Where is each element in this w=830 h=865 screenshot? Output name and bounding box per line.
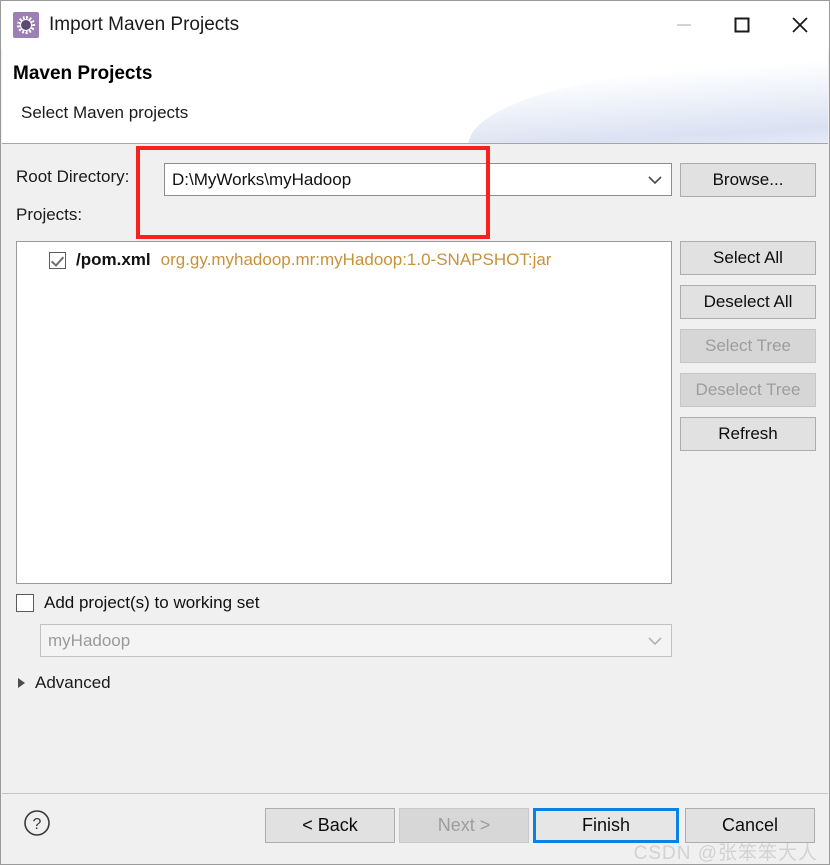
- add-to-working-set-label: Add project(s) to working set: [44, 593, 260, 612]
- working-set-combo: myHadoop: [40, 624, 672, 657]
- working-set-value: myHadoop: [48, 630, 131, 650]
- deselect-tree-button: Deselect Tree: [680, 373, 816, 407]
- project-pom-path: /pom.xml: [76, 250, 151, 269]
- svg-text:?: ?: [33, 816, 42, 833]
- add-to-working-set-checkbox-row[interactable]: Add project(s) to working set: [16, 593, 259, 613]
- help-button[interactable]: ?: [22, 808, 52, 838]
- project-coordinates: org.gy.myhadoop.mr:myHadoop:1.0-SNAPSHOT…: [160, 250, 552, 269]
- maven-gear-icon: [13, 12, 39, 38]
- advanced-label: Advanced: [35, 673, 111, 692]
- minimize-icon: [677, 24, 691, 26]
- page-subtitle: Select Maven projects: [21, 103, 189, 122]
- table-row[interactable]: /pom.xml org.gy.myhadoop.mr:myHadoop:1.0…: [17, 247, 671, 273]
- header-decoration: [464, 56, 828, 143]
- projects-tree[interactable]: /pom.xml org.gy.myhadoop.mr:myHadoop:1.0…: [16, 241, 672, 584]
- root-directory-label: Root Directory:: [16, 167, 130, 186]
- next-button: Next >: [399, 808, 529, 843]
- window-title: Import Maven Projects: [49, 14, 240, 35]
- select-all-button[interactable]: Select All: [680, 241, 816, 275]
- chevron-down-icon: [639, 636, 671, 646]
- refresh-button[interactable]: Refresh: [680, 417, 816, 451]
- advanced-expander[interactable]: Advanced: [18, 673, 111, 693]
- title-bar: Import Maven Projects: [1, 1, 829, 49]
- minimize-button[interactable]: [655, 1, 713, 49]
- watermark: CSDN @张笨笨大人: [633, 843, 818, 864]
- maximize-icon: [734, 17, 750, 33]
- browse-button[interactable]: Browse...: [680, 163, 816, 197]
- deselect-all-button[interactable]: Deselect All: [680, 285, 816, 319]
- dialog-footer: ? < Back Next > Finish Cancel CSDN @张笨笨大…: [2, 793, 828, 864]
- close-button[interactable]: [771, 1, 829, 49]
- root-directory-combo[interactable]: D:\MyWorks\myHadoop: [164, 163, 672, 196]
- question-mark-icon: ?: [24, 810, 50, 836]
- import-maven-projects-dialog: Import Maven Projects Maven Projects Sel…: [0, 0, 830, 865]
- chevron-down-icon[interactable]: [639, 175, 671, 185]
- page-title: Maven Projects: [13, 63, 153, 84]
- project-checkbox[interactable]: [49, 251, 66, 269]
- add-to-working-set-checkbox[interactable]: [16, 594, 34, 612]
- dialog-body: Root Directory: D:\MyWorks\myHadoop Brow…: [2, 145, 828, 793]
- projects-label: Projects:: [16, 205, 83, 224]
- dialog-header: Maven Projects Select Maven projects: [2, 49, 828, 144]
- back-button[interactable]: < Back: [265, 808, 395, 843]
- chevron-right-icon: [18, 678, 25, 688]
- close-icon: [792, 17, 808, 33]
- maximize-button[interactable]: [713, 1, 771, 49]
- select-tree-button: Select Tree: [680, 329, 816, 363]
- window-controls: [655, 1, 829, 49]
- root-directory-value[interactable]: D:\MyWorks\myHadoop: [165, 170, 639, 190]
